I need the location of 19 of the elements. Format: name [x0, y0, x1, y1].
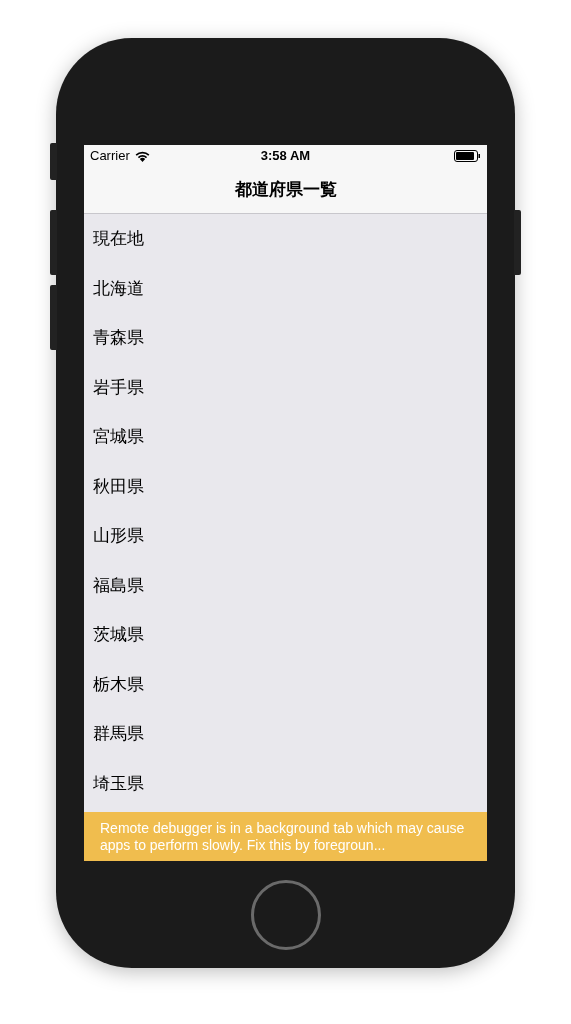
- list-item[interactable]: 埼玉県: [84, 758, 487, 808]
- clock-time: 3:58 AM: [260, 147, 311, 166]
- list-item[interactable]: 北海道: [84, 263, 487, 313]
- list-item[interactable]: 茨城県: [84, 610, 487, 660]
- list-item[interactable]: 栃木県: [84, 659, 487, 709]
- list-item[interactable]: 山形県: [84, 511, 487, 561]
- home-button[interactable]: [250, 880, 321, 950]
- wifi-icon: [134, 150, 150, 162]
- list-item[interactable]: 秋田県: [84, 461, 487, 511]
- list-item[interactable]: 福島県: [84, 560, 487, 610]
- list-item[interactable]: 宮城県: [84, 412, 487, 462]
- warning-text: Remote debugger is in a background tab which may cause apps to perform slowly. Fix this by foregroun...: [100, 819, 466, 854]
- list-item[interactable]: 岩手県: [84, 362, 487, 412]
- list-item[interactable]: 現在地: [84, 214, 487, 264]
- carrier-label: Carrier: [90, 147, 130, 166]
- nav-title: 都道府県一覧: [234, 179, 337, 202]
- list-item[interactable]: 群馬県: [84, 709, 487, 759]
- list-item[interactable]: 青森県: [84, 313, 487, 363]
- battery-icon: [454, 150, 481, 162]
